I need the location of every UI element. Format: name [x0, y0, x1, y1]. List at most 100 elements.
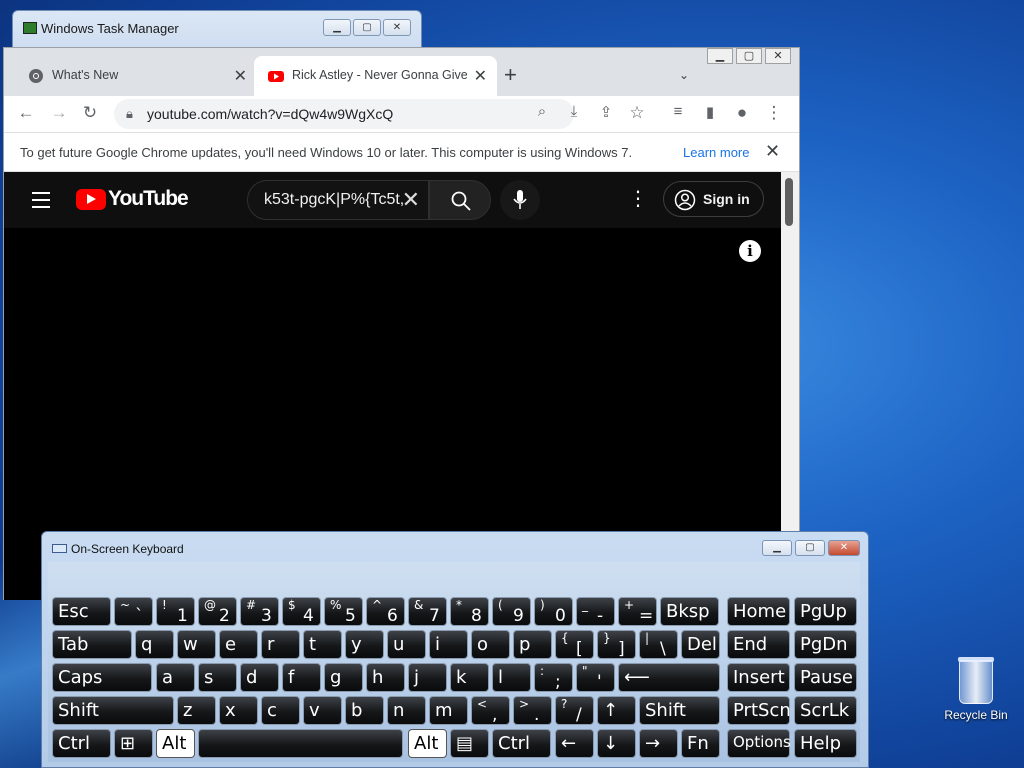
key-13-row-1[interactable]: | \: [639, 630, 678, 659]
key-windows[interactable]: ⊞: [114, 729, 153, 758]
key-e[interactable]: e: [219, 630, 258, 659]
search-input[interactable]: k53t-pgcK|P%{Tc5t, ✕: [247, 180, 429, 220]
reload-icon[interactable]: ↻: [79, 103, 101, 123]
maximize-button[interactable]: ▢: [353, 19, 381, 36]
menu-kebab-icon[interactable]: ⋮: [763, 103, 785, 123]
tab-search-chevron-icon[interactable]: ⌄: [679, 68, 689, 82]
forward-icon[interactable]: →: [48, 103, 70, 123]
tab-close-icon[interactable]: ✕: [234, 66, 247, 86]
key-alt[interactable]: Alt: [408, 729, 447, 758]
key-help[interactable]: Help: [794, 729, 857, 758]
key-n[interactable]: n: [387, 696, 426, 725]
key-7-row-0[interactable]: ^ 6: [366, 597, 405, 626]
learn-more-link[interactable]: Learn more: [683, 145, 749, 160]
install-icon[interactable]: ⤓: [563, 103, 585, 120]
key-h[interactable]: h: [366, 663, 405, 692]
key-scrlk[interactable]: ScrLk: [794, 696, 857, 725]
key-ctrl[interactable]: Ctrl: [52, 729, 111, 758]
key-shift[interactable]: Shift: [639, 696, 720, 725]
clear-search-icon[interactable]: ✕: [402, 187, 420, 213]
back-icon[interactable]: ←: [15, 103, 37, 123]
key-pgdn[interactable]: PgDn: [794, 630, 857, 659]
search-button[interactable]: [429, 180, 491, 220]
key-fn[interactable]: Fn: [681, 729, 720, 758]
key-13-row-0[interactable]: + =: [618, 597, 657, 626]
key-1-row-0[interactable]: ~ `: [114, 597, 153, 626]
scrollbar-thumb[interactable]: [785, 178, 793, 226]
minimize-button[interactable]: ▁: [323, 19, 351, 36]
key-10-row-3[interactable]: ? /: [555, 696, 594, 725]
key-2-row-0[interactable]: ! 1: [156, 597, 195, 626]
key-11-row-2[interactable]: " ': [576, 663, 615, 692]
infobar-close-icon[interactable]: ✕: [765, 141, 780, 162]
key-q[interactable]: q: [135, 630, 174, 659]
key-u[interactable]: u: [387, 630, 426, 659]
key-options[interactable]: Options: [727, 729, 791, 758]
key-d[interactable]: d: [240, 663, 279, 692]
key-pause[interactable]: Pause: [794, 663, 857, 692]
new-tab-button[interactable]: +: [504, 62, 517, 88]
key-z[interactable]: z: [177, 696, 216, 725]
youtube-logo-text[interactable]: YouTube: [108, 187, 189, 211]
key-i[interactable]: i: [429, 630, 468, 659]
voice-search-button[interactable]: [500, 180, 540, 220]
key-prtscn[interactable]: PrtScn: [727, 696, 791, 725]
key-11-row-1[interactable]: {[: [555, 630, 594, 659]
key-k[interactable]: k: [450, 663, 489, 692]
key-caps[interactable]: Caps: [52, 663, 152, 692]
key-8-row-3[interactable]: <,: [471, 696, 510, 725]
key-12-row-0[interactable]: _ -: [576, 597, 615, 626]
key-arrow-right[interactable]: →: [639, 729, 678, 758]
key-insert[interactable]: Insert: [727, 663, 790, 692]
key-arrow-down[interactable]: ↓: [597, 729, 636, 758]
key-b[interactable]: b: [345, 696, 384, 725]
close-button[interactable]: ✕: [828, 540, 860, 556]
search-icon[interactable]: ⌕: [531, 103, 553, 120]
key-10-row-0[interactable]: (9: [492, 597, 531, 626]
share-icon[interactable]: ⇪: [595, 103, 617, 121]
key-home[interactable]: Home: [727, 597, 790, 626]
key-space[interactable]: [198, 729, 403, 758]
tab-youtube[interactable]: Rick Astley - Never Gonna Give You Up ✕: [254, 56, 497, 96]
key-pgup[interactable]: PgUp: [794, 597, 857, 626]
key-s[interactable]: s: [198, 663, 237, 692]
key-tab[interactable]: Tab: [52, 630, 132, 659]
key-bksp[interactable]: Bksp: [660, 597, 719, 626]
key-5-row-0[interactable]: $4: [282, 597, 321, 626]
settings-kebab-icon[interactable]: ⋮: [628, 186, 648, 211]
recycle-bin[interactable]: Recycle Bin: [944, 657, 1008, 722]
key-3-row-0[interactable]: @2: [198, 597, 237, 626]
key-9-row-0[interactable]: * 8: [450, 597, 489, 626]
key-8-row-0[interactable]: & 7: [408, 597, 447, 626]
maximize-button[interactable]: ▢: [795, 540, 825, 556]
key-r[interactable]: r: [261, 630, 300, 659]
key-9-row-3[interactable]: >.: [513, 696, 552, 725]
key-y[interactable]: y: [345, 630, 384, 659]
tab-close-icon[interactable]: ✕: [474, 66, 487, 86]
key-end[interactable]: End: [727, 630, 790, 659]
key-g[interactable]: g: [324, 663, 363, 692]
key-p[interactable]: p: [513, 630, 552, 659]
close-button[interactable]: ✕: [383, 19, 411, 36]
key-l[interactable]: l: [492, 663, 531, 692]
key-o[interactable]: o: [471, 630, 510, 659]
profile-icon[interactable]: ●: [731, 103, 753, 123]
key-t[interactable]: t: [303, 630, 342, 659]
key-a[interactable]: a: [156, 663, 195, 692]
key-m[interactable]: m: [429, 696, 468, 725]
key-arrow-up[interactable]: ↑: [597, 696, 636, 725]
address-bar[interactable]: 🔒︎ youtube.com/watch?v=dQw4w9WgXcQ: [114, 99, 574, 129]
key-alt[interactable]: Alt: [156, 729, 195, 758]
hamburger-menu-icon[interactable]: [32, 192, 50, 213]
key-4-row-0[interactable]: #3: [240, 597, 279, 626]
youtube-logo-icon[interactable]: [76, 189, 106, 210]
key-c[interactable]: c: [261, 696, 300, 725]
key-del[interactable]: Del: [681, 630, 720, 659]
key-f[interactable]: f: [282, 663, 321, 692]
key-enter[interactable]: ⟵: [618, 663, 720, 692]
sign-in-button[interactable]: Sign in: [663, 181, 764, 217]
info-icon[interactable]: i: [739, 240, 761, 262]
key-12-row-1[interactable]: }]: [597, 630, 636, 659]
key-v[interactable]: v: [303, 696, 342, 725]
url-text[interactable]: youtube.com/watch?v=dQw4w9WgXcQ: [147, 106, 393, 122]
